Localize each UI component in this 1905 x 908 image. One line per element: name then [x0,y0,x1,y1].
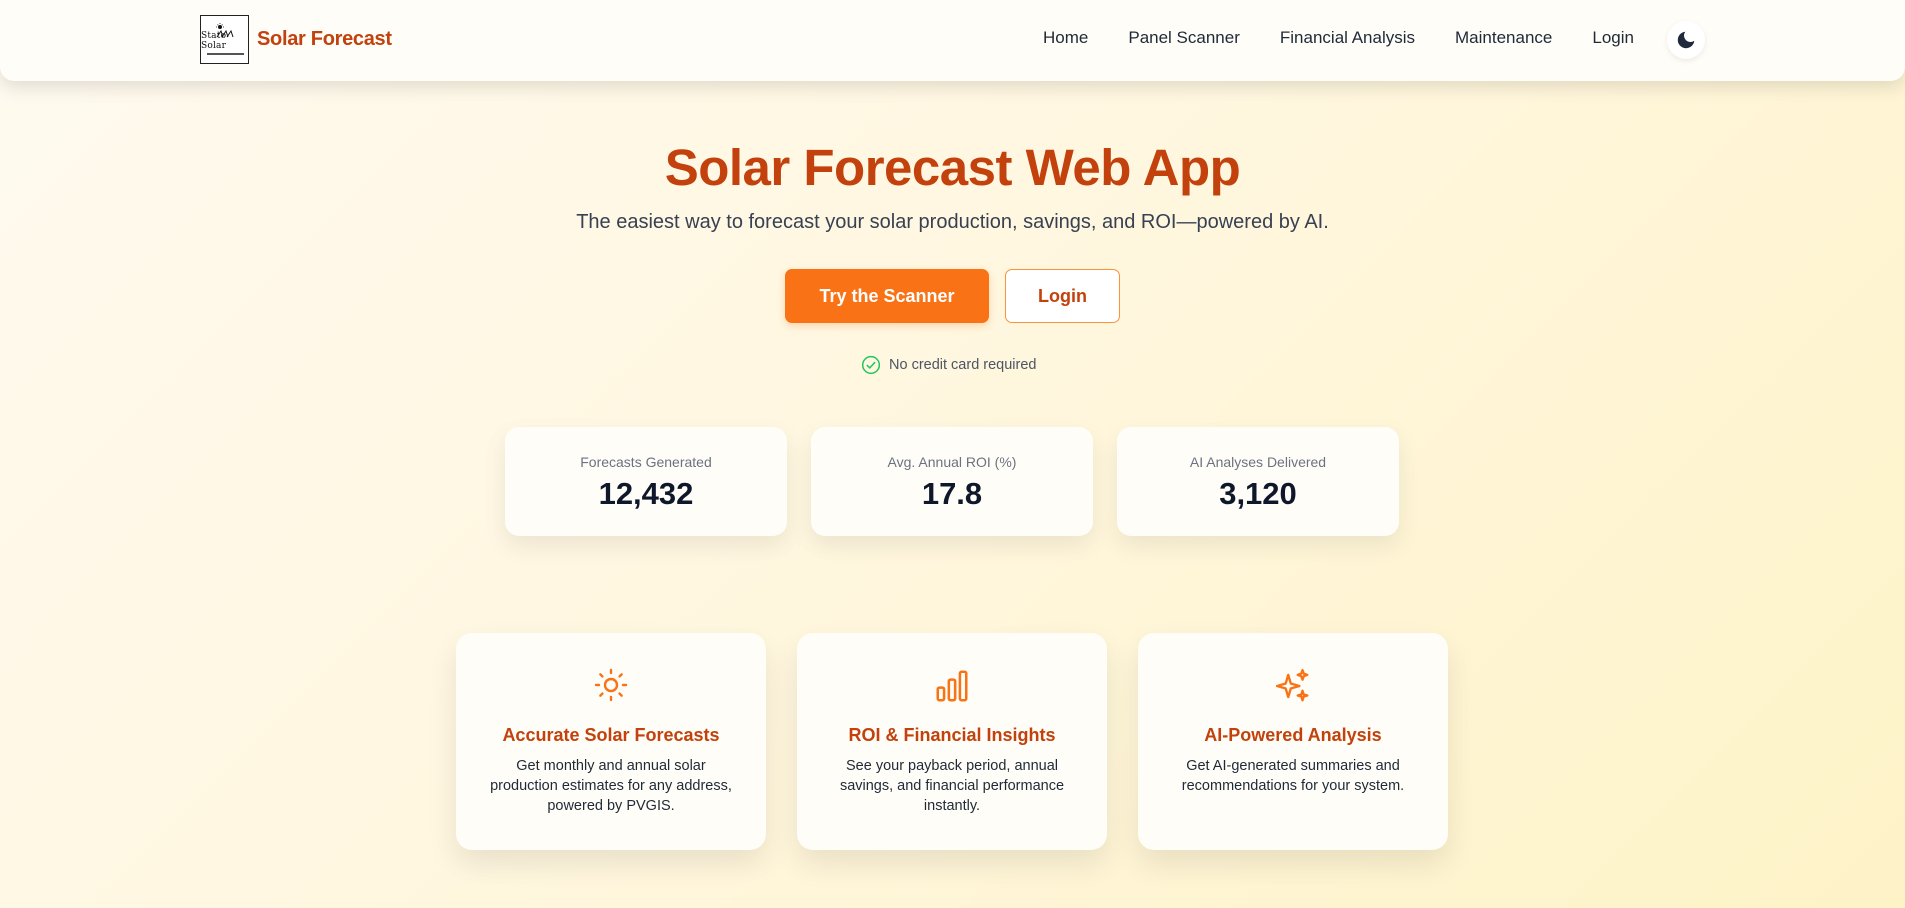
hero-subtitle: The easiest way to forecast your solar p… [576,211,1329,233]
brand[interactable]: Stato Solar Solar Forecast [200,15,392,64]
stat-label: Avg. Annual ROI (%) [887,454,1017,470]
try-scanner-button[interactable]: Try the Scanner [785,269,989,323]
feature-title: AI-Powered Analysis [1204,725,1382,745]
feature-description: See your payback period, annual savings,… [839,758,1065,814]
nav-links: Home Panel Scanner Financial Analysis Ma… [1043,28,1634,48]
no-credit-card-note: No credit card required [861,355,1037,375]
stat-card-forecasts: Forecasts Generated 12,432 [505,427,787,536]
nav-link-maintenance[interactable]: Maintenance [1455,28,1552,48]
nav-link-financial-analysis[interactable]: Financial Analysis [1280,28,1415,48]
theme-toggle-button[interactable] [1667,21,1705,59]
nav-link-home[interactable]: Home [1043,28,1088,48]
stat-value: 17.8 [921,476,983,511]
no-credit-card-text: No credit card required [889,357,1037,373]
logo-sun-icon [216,23,234,38]
feature-card-roi: ROI & Financial Insights See your paybac… [797,633,1107,850]
feature-card-forecasts: Accurate Solar Forecasts Get monthly and… [456,633,766,850]
stat-card-roi: Avg. Annual ROI (%) 17.8 [811,427,1093,536]
sun-icon [456,667,766,705]
feature-card-ai: AI-Powered Analysis Get AI-generated sum… [1138,633,1448,850]
login-button[interactable]: Login [1005,269,1120,323]
hero-title: Solar Forecast Web App [664,139,1241,196]
logo: Stato Solar [200,15,249,64]
stat-card-ai-analyses: AI Analyses Delivered 3,120 [1117,427,1399,536]
feature-description: Get monthly and annual solar production … [490,758,732,814]
stat-value: 3,120 [1219,476,1297,511]
bar-chart-icon [797,667,1107,705]
nav-link-panel-scanner[interactable]: Panel Scanner [1128,28,1240,48]
navbar: Stato Solar Solar Forecast Home Panel Sc… [0,0,1905,81]
feature-title: Accurate Solar Forecasts [502,725,720,745]
stat-label: Forecasts Generated [580,454,712,470]
nav-link-login[interactable]: Login [1592,28,1634,48]
check-circle-icon [861,355,881,375]
stat-value: 12,432 [598,476,694,511]
moon-icon [1677,31,1695,49]
logo-tagline [207,53,244,55]
feature-title: ROI & Financial Insights [848,725,1056,745]
brand-name: Solar Forecast [257,28,392,50]
feature-description: Get AI-generated summaries and recommend… [1181,758,1405,794]
sparkles-icon [1138,667,1448,705]
stat-label: AI Analyses Delivered [1189,454,1327,470]
